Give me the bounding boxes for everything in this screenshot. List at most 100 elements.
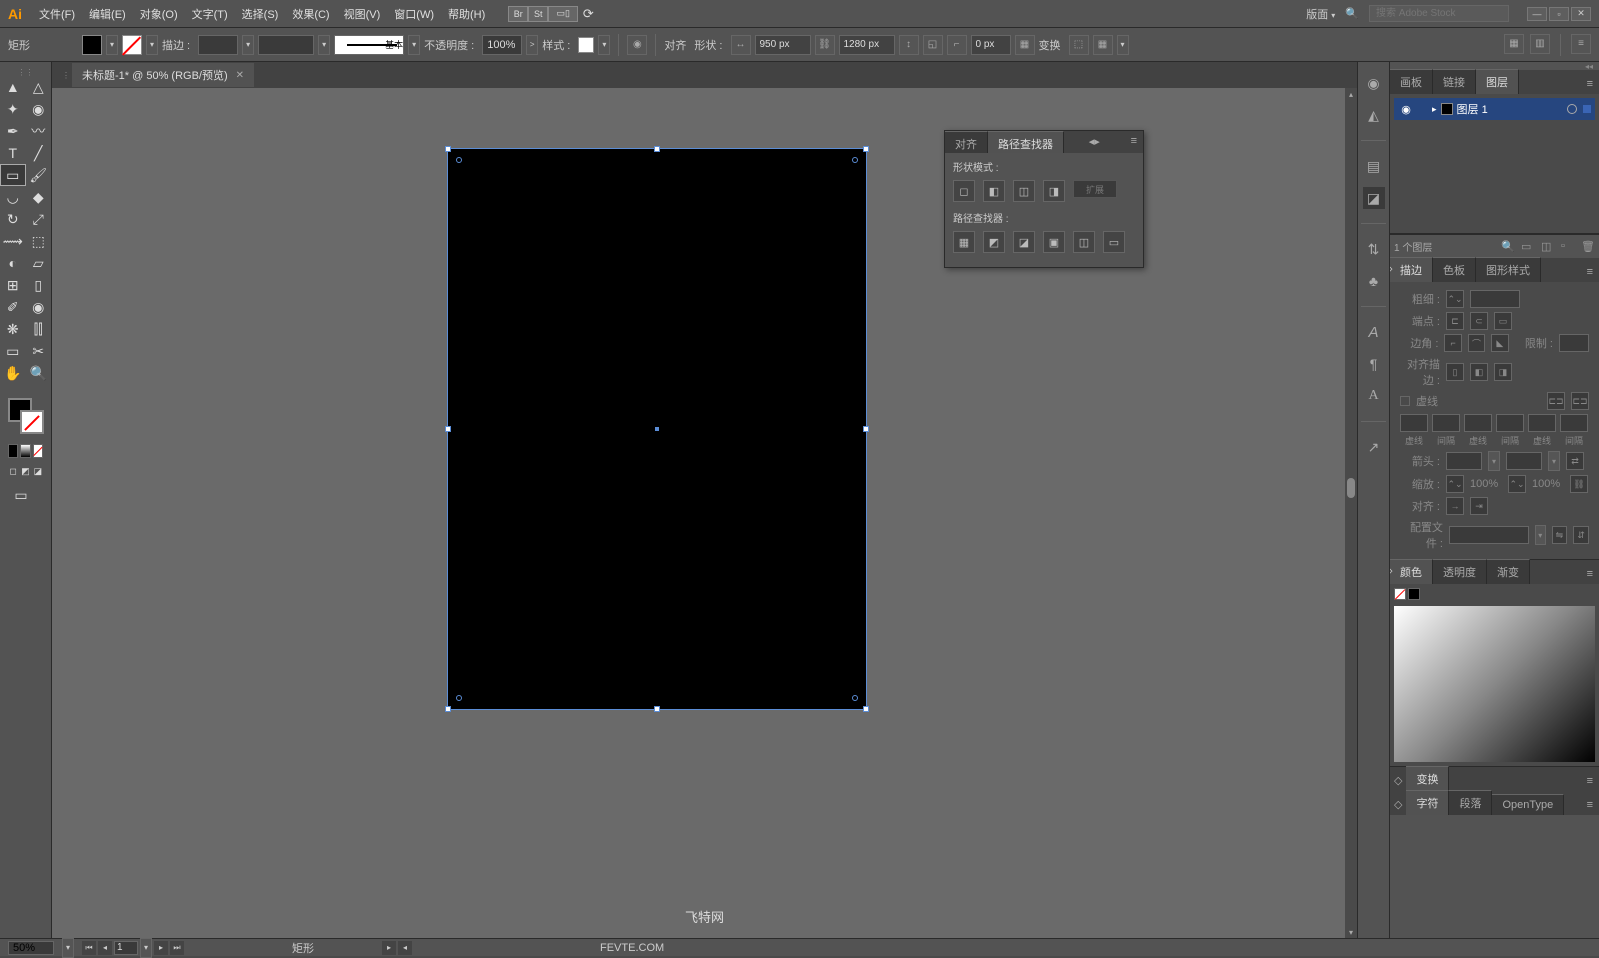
layer-name[interactable]: 图层 1 <box>1457 101 1488 117</box>
eyedropper-tool[interactable]: ✐ <box>0 296 26 318</box>
tab-links[interactable]: 链接 <box>1433 69 1476 94</box>
tab-align[interactable]: 对齐 <box>945 131 988 153</box>
blend-tool[interactable]: ◉ <box>26 296 52 318</box>
dock-asset-icon[interactable]: ⇅ <box>1363 238 1385 260</box>
divide-icon[interactable]: ▦ <box>953 231 975 253</box>
zoom-dropdown[interactable]: ▾ <box>62 938 74 958</box>
menu-window[interactable]: 窗口(W) <box>391 4 437 24</box>
expand-button[interactable]: 扩展 <box>1073 180 1117 198</box>
outline-icon[interactable]: ◫ <box>1073 231 1095 253</box>
prev-artboard-btn[interactable]: ◂ <box>98 941 112 955</box>
align-pixel-icon[interactable]: ▦ <box>1504 34 1524 54</box>
tab-close-icon[interactable]: ✕ <box>236 70 244 81</box>
maximize-button[interactable]: ▫ <box>1549 7 1569 21</box>
artboard-dropdown[interactable]: ▾ <box>140 938 152 958</box>
exclude-icon[interactable]: ◨ <box>1043 180 1065 202</box>
tab-gradient[interactable]: 渐变 <box>1487 559 1530 584</box>
last-artboard-btn[interactable]: ⏭ <box>170 941 184 955</box>
gpu-icon[interactable]: ⟳ <box>578 6 598 22</box>
new-layer-icon[interactable]: ▫ <box>1561 240 1575 254</box>
color-spectrum[interactable] <box>1394 606 1595 762</box>
artboard-number-input[interactable] <box>114 941 138 955</box>
tab-transparency[interactable]: 透明度 <box>1433 559 1487 584</box>
type-tool[interactable]: T <box>0 142 26 164</box>
menu-select[interactable]: 选择(S) <box>239 4 282 24</box>
swap-arrows-icon[interactable]: ⇄ <box>1566 452 1584 470</box>
arrow-extend-icon[interactable]: → <box>1446 497 1464 515</box>
stock-search-input[interactable] <box>1369 5 1509 22</box>
dock-symbols-icon[interactable]: ♣ <box>1363 270 1385 292</box>
bridge-button[interactable]: Br <box>508 6 528 22</box>
free-transform-tool[interactable]: ⬚ <box>26 230 52 252</box>
clipping-mask-icon[interactable]: ▭ <box>1521 240 1535 254</box>
char-menu-icon[interactable]: ≡ <box>1581 795 1599 815</box>
rotate-tool[interactable]: ↻ <box>0 208 26 230</box>
layer-expand-icon[interactable]: ▸ <box>1432 104 1437 115</box>
stroke-weight-dropdown[interactable]: ▾ <box>242 35 254 55</box>
recolor-icon[interactable]: ◉ <box>627 35 647 55</box>
pathfinder-menu-icon[interactable]: ≡ <box>1125 131 1143 153</box>
stock-button[interactable]: St <box>528 6 548 22</box>
merge-icon[interactable]: ◪ <box>1013 231 1035 253</box>
delete-layer-icon[interactable]: 🗑 <box>1581 240 1595 254</box>
hscroll-left-icon[interactable]: ▸ <box>382 941 396 955</box>
first-artboard-btn[interactable]: ⏮ <box>82 941 96 955</box>
next-artboard-btn[interactable]: ▸ <box>154 941 168 955</box>
paintbrush-tool[interactable]: 🖌 <box>26 164 51 186</box>
corner-type-icon[interactable]: ◱ <box>923 35 943 55</box>
vertical-scrollbar[interactable]: ▴ ▾ <box>1345 88 1357 938</box>
stroke-weight-field[interactable] <box>1470 290 1520 308</box>
menu-object[interactable]: 对象(O) <box>137 4 181 24</box>
dash3-input[interactable] <box>1528 414 1556 432</box>
selected-rectangle[interactable] <box>447 148 867 710</box>
stroke-label[interactable]: 描边 : <box>162 37 190 53</box>
tab-opentype[interactable]: OpenType <box>1492 794 1564 815</box>
curvature-tool[interactable]: 〰 <box>26 120 52 142</box>
angle-icon[interactable]: ↕ <box>899 35 919 55</box>
intersect-icon[interactable]: ◫ <box>1013 180 1035 202</box>
line-tool[interactable]: ╱ <box>26 142 52 164</box>
dash-preserve-icon[interactable]: ⊏⊐ <box>1547 392 1565 410</box>
locate-layer-icon[interactable]: 🔍 <box>1501 240 1515 254</box>
layer-target-icon[interactable] <box>1567 104 1577 114</box>
dashed-checkbox[interactable] <box>1400 396 1410 406</box>
dock-pathfinder-icon[interactable]: ◪ <box>1363 187 1385 209</box>
color-mode-btn[interactable] <box>8 444 18 458</box>
style-label[interactable]: 样式 : <box>542 37 570 53</box>
panel-grip[interactable]: ⋮⋮ <box>0 68 51 76</box>
link-scale-icon[interactable]: ⛓ <box>1570 475 1588 493</box>
stroke-dropdown[interactable]: ▾ <box>146 35 158 55</box>
tab-grip[interactable]: ⋮⋮ <box>62 71 72 80</box>
arrow-end-input[interactable] <box>1506 452 1542 470</box>
screen-mode-btn[interactable]: ▭ <box>8 484 34 506</box>
tab-paragraph[interactable]: 段落 <box>1449 790 1492 815</box>
selection-tool[interactable]: ▲ <box>0 76 26 98</box>
artboard-tool[interactable]: ▭ <box>0 340 26 362</box>
fill-stroke-indicator[interactable] <box>8 398 48 438</box>
lasso-tool[interactable]: ◉ <box>26 98 52 120</box>
dash-align-icon[interactable]: ⊏⊐ <box>1571 392 1589 410</box>
minus-back-icon[interactable]: ▭ <box>1103 231 1125 253</box>
transform-menu-icon[interactable]: ≡ <box>1581 771 1599 791</box>
slice-tool[interactable]: ✂ <box>26 340 52 362</box>
tab-swatches[interactable]: 色板 <box>1433 257 1476 282</box>
scroll-thumb[interactable] <box>1347 478 1355 498</box>
perspective-tool[interactable]: ▱ <box>26 252 52 274</box>
stroke-weight-input[interactable] <box>198 35 238 55</box>
dock-paragraph-icon[interactable]: ¶ <box>1363 353 1385 375</box>
menu-type[interactable]: 文字(T) <box>189 4 231 24</box>
stroke-menu-icon[interactable]: ≡ <box>1581 262 1599 282</box>
align-inside-icon[interactable]: ◧ <box>1470 363 1488 381</box>
dock-properties-icon[interactable]: ◉ <box>1363 72 1385 94</box>
tab-transform[interactable]: 变换 <box>1406 766 1449 791</box>
gap1-input[interactable] <box>1432 414 1460 432</box>
tab-layers[interactable]: 图层 <box>1476 69 1519 94</box>
shape-props-label[interactable]: 形状 : <box>694 37 722 53</box>
gap2-input[interactable] <box>1496 414 1524 432</box>
stroke-swatch[interactable] <box>122 35 142 55</box>
new-sublayer-icon[interactable]: ◫ <box>1541 240 1555 254</box>
tab-character[interactable]: 字符 <box>1406 790 1449 815</box>
panel-menu-icon[interactable]: ≡ <box>1571 34 1591 54</box>
arrow-tip-icon[interactable]: ⇥ <box>1470 497 1488 515</box>
eraser-tool[interactable]: ◆ <box>26 186 52 208</box>
